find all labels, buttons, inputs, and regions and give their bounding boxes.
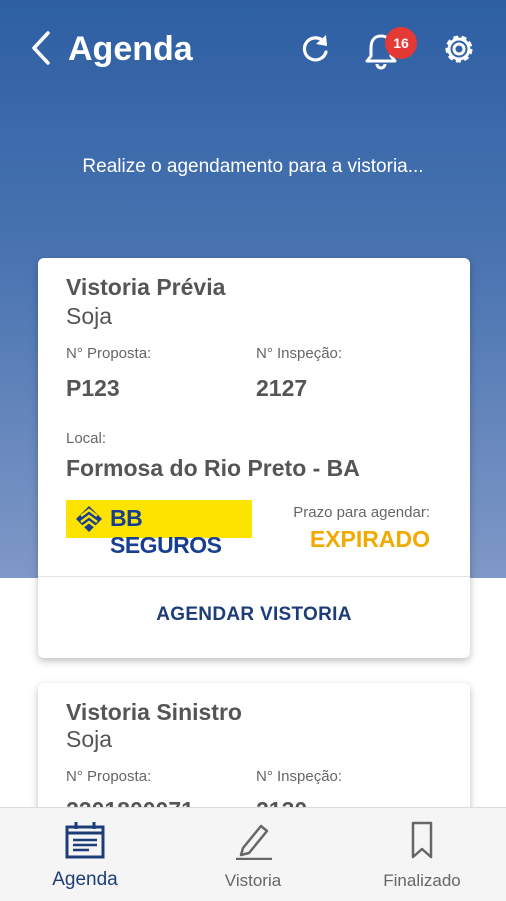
back-button[interactable] [26, 28, 58, 68]
local-label: Local: [66, 430, 107, 447]
bottom-navigation: Agenda Vistoria Finalizado [0, 807, 506, 901]
calendar-list-icon [65, 822, 105, 859]
inspection-type: Vistoria Sinistro [66, 699, 242, 725]
instruction-text: Realize o agendamento para a vistoria... [82, 156, 424, 177]
pencil-icon [236, 824, 272, 860]
inspecao-value: 2127 [256, 375, 308, 401]
crop-name: Soja [66, 303, 113, 329]
inspecao-label: N° Inspeção: [256, 768, 343, 785]
crop-name: Soja [66, 726, 113, 752]
prazo-label: Prazo para agendar: [293, 504, 430, 521]
proposta-label: N° Proposta: [66, 345, 152, 362]
page-title: Agenda [68, 30, 193, 68]
local-value: Formosa do Rio Preto - BA [66, 455, 360, 481]
nav-item-agenda[interactable]: Agenda [15, 808, 155, 901]
nav-item-finalizado[interactable]: Finalizado [352, 808, 492, 901]
top-app-bar: Agenda 16 [0, 0, 506, 100]
agendar-vistoria-button[interactable]: AGENDAR VISTORIA [38, 577, 470, 658]
gear-icon [445, 35, 473, 63]
nav-item-vistoria[interactable]: Vistoria [183, 808, 323, 901]
inspecao-label: N° Inspeção: [256, 345, 343, 362]
refresh-button[interactable] [297, 31, 333, 67]
settings-button[interactable] [440, 30, 478, 68]
nav-label: Finalizado [383, 871, 461, 890]
refresh-icon [302, 35, 328, 62]
logo-text: BB SEGUROS [110, 505, 222, 558]
bb-logo-icon [76, 506, 102, 532]
inspection-type: Vistoria Prévia [66, 274, 226, 300]
notification-count-badge: 16 [385, 27, 417, 59]
bb-seguros-logo: BB SEGUROS [66, 500, 252, 558]
bookmark-icon [411, 821, 433, 859]
inspection-card: Vistoria Prévia Soja N° Proposta: P123 N… [38, 258, 470, 658]
chevron-left-icon [32, 31, 50, 65]
nav-label: Agenda [52, 869, 118, 890]
proposta-value: P123 [66, 375, 120, 401]
proposta-label: N° Proposta: [66, 768, 152, 785]
nav-label: Vistoria [224, 871, 282, 890]
prazo-status: EXPIRADO [309, 526, 430, 552]
